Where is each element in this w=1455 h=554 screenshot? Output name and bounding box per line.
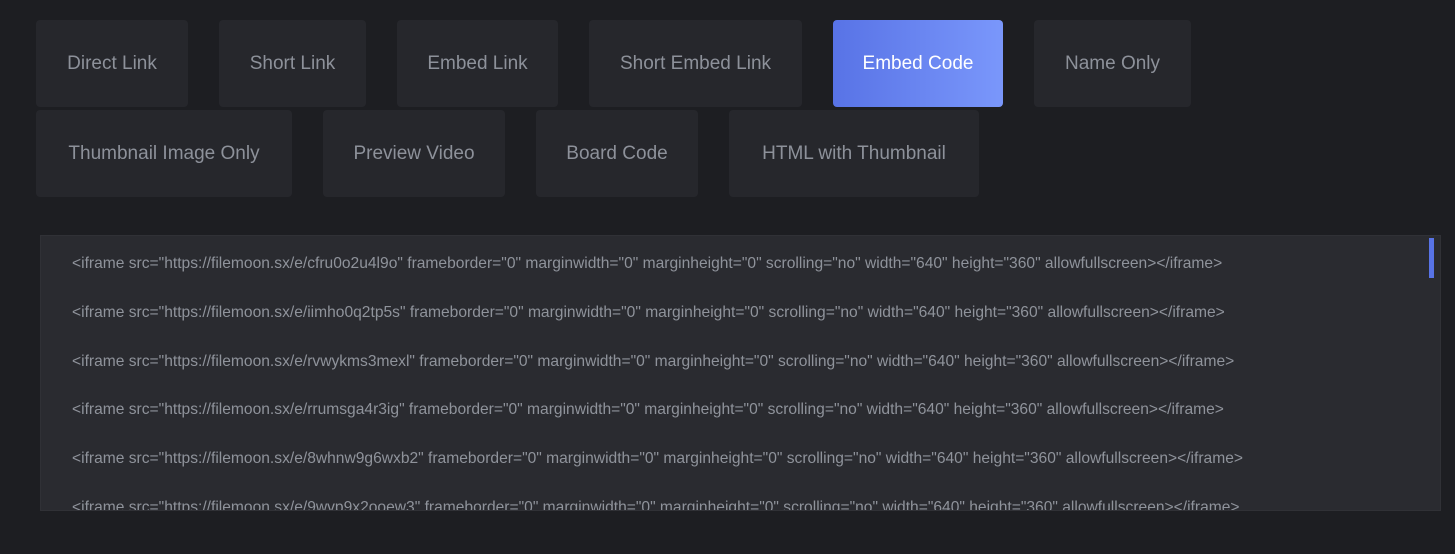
- code-line: <iframe src="https://filemoon.sx/e/9wvp9…: [72, 499, 1240, 511]
- code-line: <iframe src="https://filemoon.sx/e/cfru0…: [72, 255, 1223, 272]
- tab-thumbnail-image-only[interactable]: Thumbnail Image Only: [36, 110, 292, 197]
- tab-board-code[interactable]: Board Code: [536, 110, 698, 197]
- scrollbar-thumb[interactable]: [1429, 238, 1434, 278]
- code-line: <iframe src="https://filemoon.sx/e/rrums…: [72, 401, 1224, 418]
- code-line: <iframe src="https://filemoon.sx/e/8whnw…: [72, 450, 1243, 467]
- tab-name-only[interactable]: Name Only: [1034, 20, 1191, 107]
- scrollbar[interactable]: [1429, 238, 1434, 510]
- tab-embed-code[interactable]: Embed Code: [833, 20, 1003, 107]
- code-line: <iframe src="https://filemoon.sx/e/rvwyk…: [72, 353, 1235, 370]
- tab-embed-link[interactable]: Embed Link: [397, 20, 558, 107]
- tab-short-embed-link[interactable]: Short Embed Link: [589, 20, 802, 107]
- tab-html-with-thumbnail[interactable]: HTML with Thumbnail: [729, 110, 979, 197]
- tab-short-link[interactable]: Short Link: [219, 20, 366, 107]
- embed-code-output[interactable]: <iframe src="https://filemoon.sx/e/cfru0…: [40, 235, 1441, 511]
- code-line: <iframe src="https://filemoon.sx/e/iimho…: [72, 304, 1225, 321]
- tab-direct-link[interactable]: Direct Link: [36, 20, 188, 107]
- tab-preview-video[interactable]: Preview Video: [323, 110, 505, 197]
